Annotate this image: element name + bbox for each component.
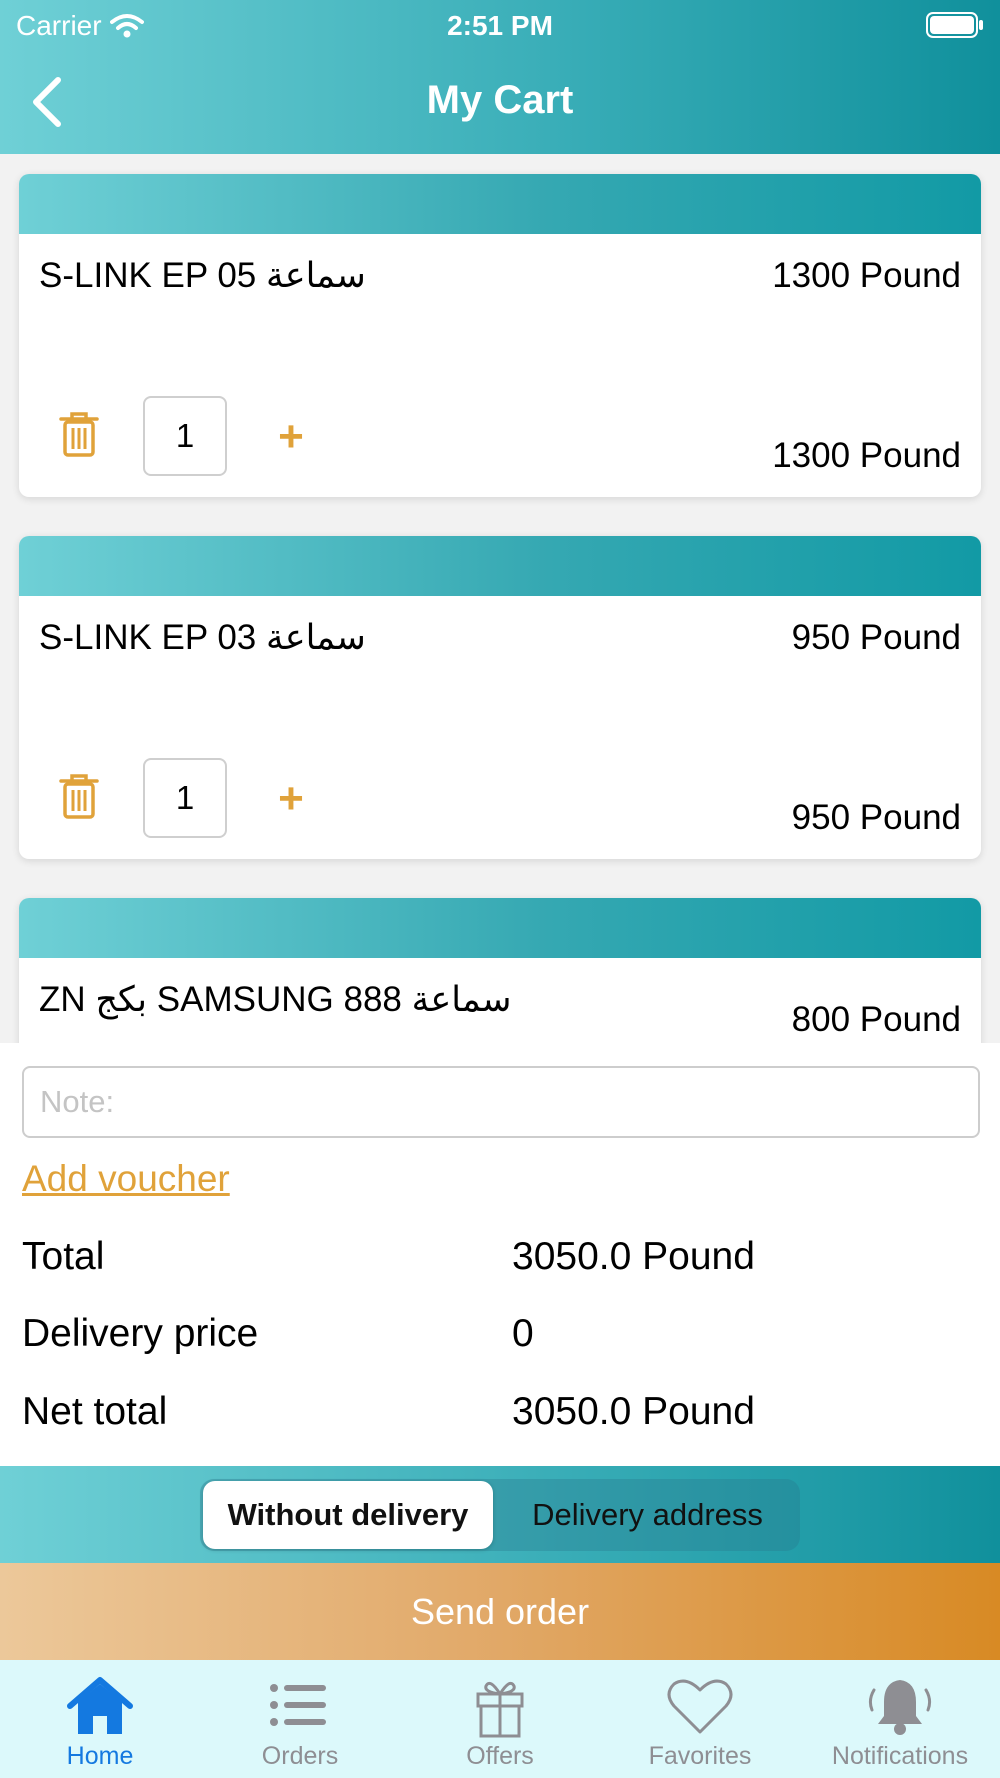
add-voucher-link[interactable]: Add voucher xyxy=(22,1158,230,1200)
tab-offers[interactable]: Offers xyxy=(400,1660,600,1778)
app-header: Carrier 2:51 PM My Cart xyxy=(0,0,1000,154)
increase-quantity-button[interactable]: + xyxy=(273,410,309,464)
heart-icon xyxy=(667,1679,733,1734)
quantity-field[interactable]: 1 xyxy=(143,396,227,476)
status-bar: Carrier 2:51 PM xyxy=(0,0,1000,50)
tab-offers-label: Offers xyxy=(466,1742,534,1770)
item-price: 950 Pound xyxy=(791,618,961,657)
item-name: S-LINK EP 03 سماعة xyxy=(39,618,366,657)
list-icon xyxy=(270,1684,326,1726)
bell-icon xyxy=(868,1680,932,1735)
battery-icon xyxy=(926,12,984,45)
tab-bar: Home Orders Offers Favorites Notificatio… xyxy=(0,1660,1000,1778)
tab-orders-label: Orders xyxy=(261,1742,339,1770)
net-total-label: Net total xyxy=(22,1390,168,1433)
card-header-band xyxy=(19,174,981,234)
send-order-button[interactable]: Send order xyxy=(0,1563,1000,1660)
tab-orders[interactable]: Orders xyxy=(200,1660,400,1778)
card-header-band xyxy=(19,898,981,958)
item-name: ZN بكج SAMSUNG سماعة 888 xyxy=(39,980,512,1019)
note-input[interactable] xyxy=(22,1066,980,1138)
delivery-price-value: 0 xyxy=(512,1312,534,1355)
item-name: S-LINK EP 05 سماعة xyxy=(39,256,366,295)
trash-icon[interactable] xyxy=(57,772,101,820)
cart-item: S-LINK EP 03 سماعة 950 Pound 1 + 950 Pou… xyxy=(19,536,981,859)
order-summary: Add voucher Total 3050.0 Pound Delivery … xyxy=(0,1043,1000,1466)
tab-favorites-label: Favorites xyxy=(648,1742,752,1770)
item-price: 800 Pound xyxy=(791,1000,961,1039)
increase-quantity-button[interactable]: + xyxy=(273,772,309,826)
home-icon xyxy=(67,1677,133,1734)
tab-favorites[interactable]: Favorites xyxy=(600,1660,800,1778)
tab-notifications-label: Notifications xyxy=(831,1742,969,1770)
gift-icon xyxy=(476,1681,524,1738)
item-subtotal: 1300 Pound xyxy=(772,436,961,475)
delivery-price-label: Delivery price xyxy=(22,1312,259,1355)
status-time: 2:51 PM xyxy=(447,10,553,41)
delivery-segmented-control[interactable]: Without delivery Delivery address xyxy=(200,1479,800,1551)
quantity-field[interactable]: 1 xyxy=(143,758,227,838)
tab-home-label: Home xyxy=(66,1742,134,1770)
total-label: Total xyxy=(22,1235,105,1278)
without-delivery-option[interactable]: Without delivery xyxy=(203,1481,493,1549)
cart-list[interactable]: S-LINK EP 05 سماعة 1300 Pound 1 + 1300 P… xyxy=(0,154,1000,1043)
trash-icon[interactable] xyxy=(57,410,101,458)
cart-item: ZN بكج SAMSUNG سماعة 888 800 Pound xyxy=(19,898,981,1043)
tab-notifications[interactable]: Notifications xyxy=(800,1660,1000,1778)
delivery-bar: Without delivery Delivery address xyxy=(0,1466,1000,1563)
page-title: My Cart xyxy=(426,78,574,122)
cart-item: S-LINK EP 05 سماعة 1300 Pound 1 + 1300 P… xyxy=(19,174,981,497)
item-price: 1300 Pound xyxy=(772,256,961,295)
card-header-band xyxy=(19,536,981,596)
delivery-address-option[interactable]: Delivery address xyxy=(500,1481,795,1549)
total-value: 3050.0 Pound xyxy=(512,1235,755,1278)
net-total-value: 3050.0 Pound xyxy=(512,1390,755,1433)
item-subtotal: 950 Pound xyxy=(791,798,961,837)
tab-home[interactable]: Home xyxy=(0,1660,200,1778)
